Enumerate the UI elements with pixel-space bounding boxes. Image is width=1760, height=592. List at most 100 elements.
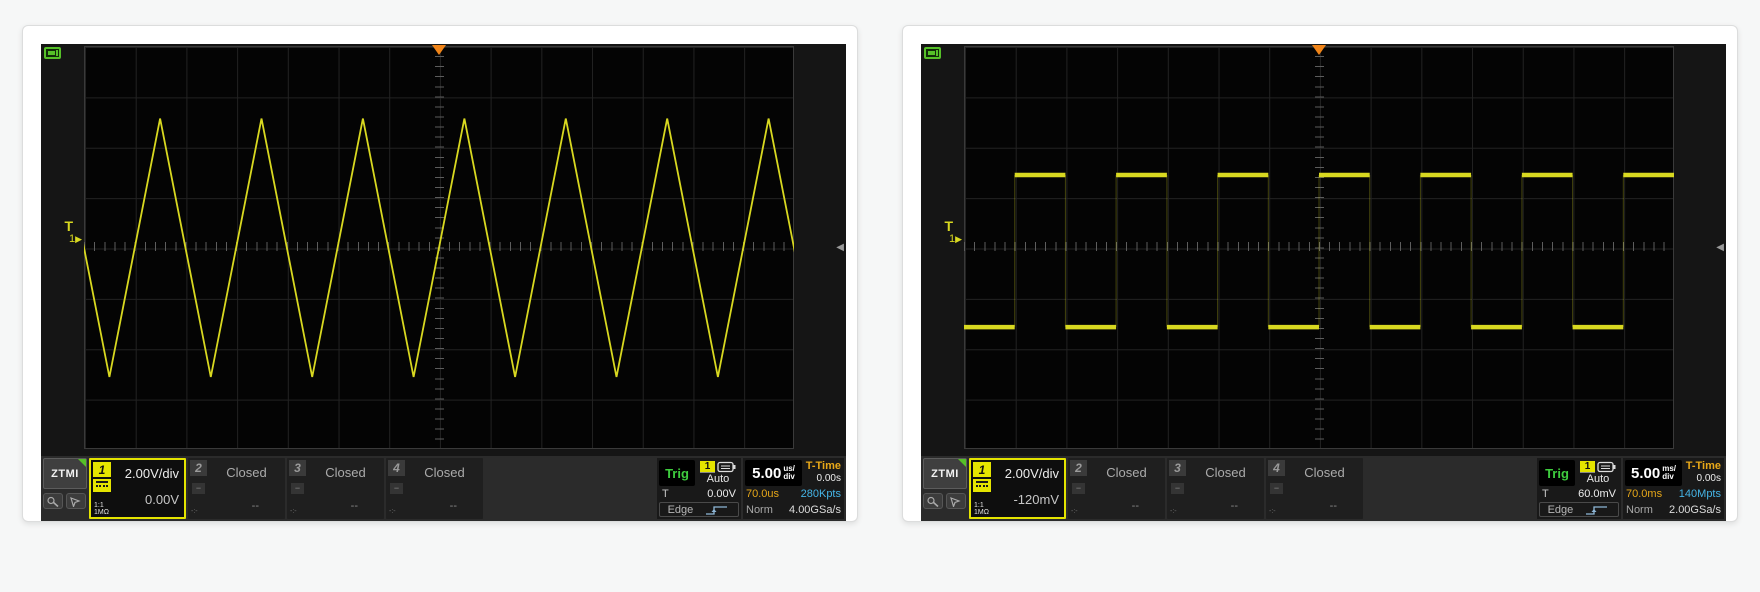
acquire-mode: Norm: [746, 504, 773, 516]
channel3-box[interactable]: 3 Closed − -:- --: [287, 458, 384, 519]
channel1-position-marker[interactable]: 1▶: [921, 233, 962, 246]
instrument-status-icon: [44, 47, 61, 59]
timebase-scale-chip: 5.00 us/div: [745, 460, 802, 486]
menu-collapse-arrow-icon[interactable]: ◀: [1716, 242, 1724, 253]
channel2-probe: -:-: [1071, 508, 1078, 515]
trigger-level-marker[interactable]: T: [921, 220, 962, 233]
touch-gesture-button[interactable]: [43, 493, 63, 509]
trig-label: Trig: [659, 460, 695, 486]
brand-logo: ZTMI: [923, 458, 967, 489]
trigger-level-value: 60.0mV: [1578, 488, 1616, 500]
channel3-box[interactable]: 3 Closed − -:- --: [1167, 458, 1264, 519]
acquire-mode: Norm: [1626, 504, 1653, 516]
ttime-value: 0.00s: [804, 473, 841, 485]
channel1-offset: -120mV: [1013, 492, 1059, 507]
timebase-box[interactable]: 5.00 us/div T-Time 0.00s 70.0us 280Kpts …: [743, 458, 844, 519]
trig-label: Trig: [1539, 460, 1575, 486]
channel2-status: Closed: [208, 465, 285, 480]
channel2-box[interactable]: 2 Closed − -:- --: [1068, 458, 1165, 519]
trigger-type: Edge: [668, 504, 694, 516]
left-edge-markers[interactable]: T 1▶: [921, 220, 962, 246]
oscilloscope-panel-left: T 1▶ ◀ ZTMI 1: [22, 25, 858, 522]
channel4-status: Closed: [406, 465, 483, 480]
channel3-offset: --: [351, 500, 358, 512]
channel1-trace: [964, 46, 1674, 449]
rising-edge-icon: [1584, 504, 1610, 516]
channel3-coupling: −: [291, 483, 304, 494]
channel1-offset: 0.00V: [145, 492, 179, 507]
channel4-coupling: −: [1270, 483, 1283, 494]
trigger-mode: Auto: [707, 473, 730, 486]
logo-corner-badge: [958, 459, 966, 467]
status-bar: ZTMI 1 1:1 1MΩ 2.00V/div 0: [41, 456, 846, 521]
trigger-settings-box[interactable]: Trig 1 Auto: [1537, 458, 1621, 519]
trigger-level-label: T: [662, 488, 669, 500]
probe-impedance-label: 1:1 1MΩ: [974, 502, 989, 516]
memory-depth: 280Kpts: [801, 488, 841, 500]
trigger-coupling-icon: [717, 461, 736, 473]
channel1-badge: 1: [93, 462, 111, 477]
channel2-probe: -:-: [191, 508, 198, 515]
channel3-probe: -:-: [290, 508, 297, 515]
touch-gesture-button[interactable]: [923, 493, 943, 509]
timebase-scale-chip: 5.00 ms/div: [1625, 460, 1682, 486]
channel2-badge: 2: [190, 460, 207, 476]
menu-collapse-arrow-icon[interactable]: ◀: [836, 242, 844, 253]
channel3-offset: --: [1231, 500, 1238, 512]
ttime-label: T-Time: [804, 460, 841, 473]
channel3-badge: 3: [289, 460, 306, 476]
timebase-scale: 5.00: [1631, 465, 1660, 482]
channel3-status: Closed: [307, 465, 384, 480]
channel3-status: Closed: [1187, 465, 1264, 480]
trigger-position-marker[interactable]: [432, 45, 446, 55]
dc-coupling-icon: [93, 479, 111, 492]
capture-window: 70.0us: [746, 488, 779, 500]
touch-icon: [46, 496, 60, 507]
trigger-level-marker[interactable]: T: [41, 220, 82, 233]
brand-logo: ZTMI: [43, 458, 87, 489]
trigger-settings-box[interactable]: Trig 1 Auto: [657, 458, 741, 519]
trigger-level-value: 0.00V: [707, 488, 736, 500]
channel4-probe: -:-: [1269, 508, 1276, 515]
channel2-coupling: −: [1072, 483, 1085, 494]
channel1-scale: 2.00V/div: [1005, 466, 1059, 481]
touch-icon: [926, 496, 940, 507]
timebase-box[interactable]: 5.00 ms/div T-Time 0.00s 70.0ms 140Mpts …: [1623, 458, 1724, 519]
status-bar: ZTMI 1 1:1 1MΩ 2.00V/div -: [921, 456, 1726, 521]
channel4-offset: --: [450, 500, 457, 512]
channel2-box[interactable]: 2 Closed − -:- --: [188, 458, 285, 519]
oscilloscope-panel-right: T 1▶ ◀ ZTMI 1: [902, 25, 1738, 522]
channel3-coupling: −: [1171, 483, 1184, 494]
channel4-status: Closed: [1286, 465, 1363, 480]
channel2-badge: 2: [1070, 460, 1087, 476]
trigger-mode: Auto: [1587, 473, 1610, 486]
instrument-status-icon: [924, 47, 941, 59]
channel1-scale: 2.00V/div: [125, 466, 179, 481]
trigger-coupling-icon: [1597, 461, 1616, 473]
channel3-probe: -:-: [1170, 508, 1177, 515]
channel2-offset: --: [252, 500, 259, 512]
timebase-scale: 5.00: [752, 465, 781, 482]
channel4-badge: 4: [388, 460, 405, 476]
capture-window: 70.0ms: [1626, 488, 1662, 500]
waveform-display: T 1▶ ◀: [921, 44, 1726, 456]
channel4-box[interactable]: 4 Closed − -:- --: [386, 458, 483, 519]
channel4-box[interactable]: 4 Closed − -:- --: [1266, 458, 1363, 519]
dc-coupling-icon: [973, 479, 991, 492]
channel1-position-marker[interactable]: 1▶: [41, 233, 82, 246]
hand-cursor-button[interactable]: [66, 493, 86, 509]
channel4-offset: --: [1330, 500, 1337, 512]
sample-rate: 2.00GSa/s: [1669, 504, 1721, 516]
trigger-position-marker[interactable]: [1312, 45, 1326, 55]
logo-cell: ZTMI: [43, 458, 87, 519]
sample-rate: 4.00GSa/s: [789, 504, 841, 516]
channel1-box[interactable]: 1 1:1 1MΩ 2.00V/div 0.00V: [89, 458, 186, 519]
probe-impedance-label: 1:1 1MΩ: [94, 502, 109, 516]
scope-screen: T 1▶ ◀ ZTMI 1: [921, 44, 1726, 521]
left-edge-markers[interactable]: T 1▶: [41, 220, 82, 246]
channel4-badge: 4: [1268, 460, 1285, 476]
logo-corner-badge: [78, 459, 86, 467]
hand-cursor-button[interactable]: [946, 493, 966, 509]
channel1-box[interactable]: 1 1:1 1MΩ 2.00V/div -120mV: [969, 458, 1066, 519]
channel3-badge: 3: [1169, 460, 1186, 476]
